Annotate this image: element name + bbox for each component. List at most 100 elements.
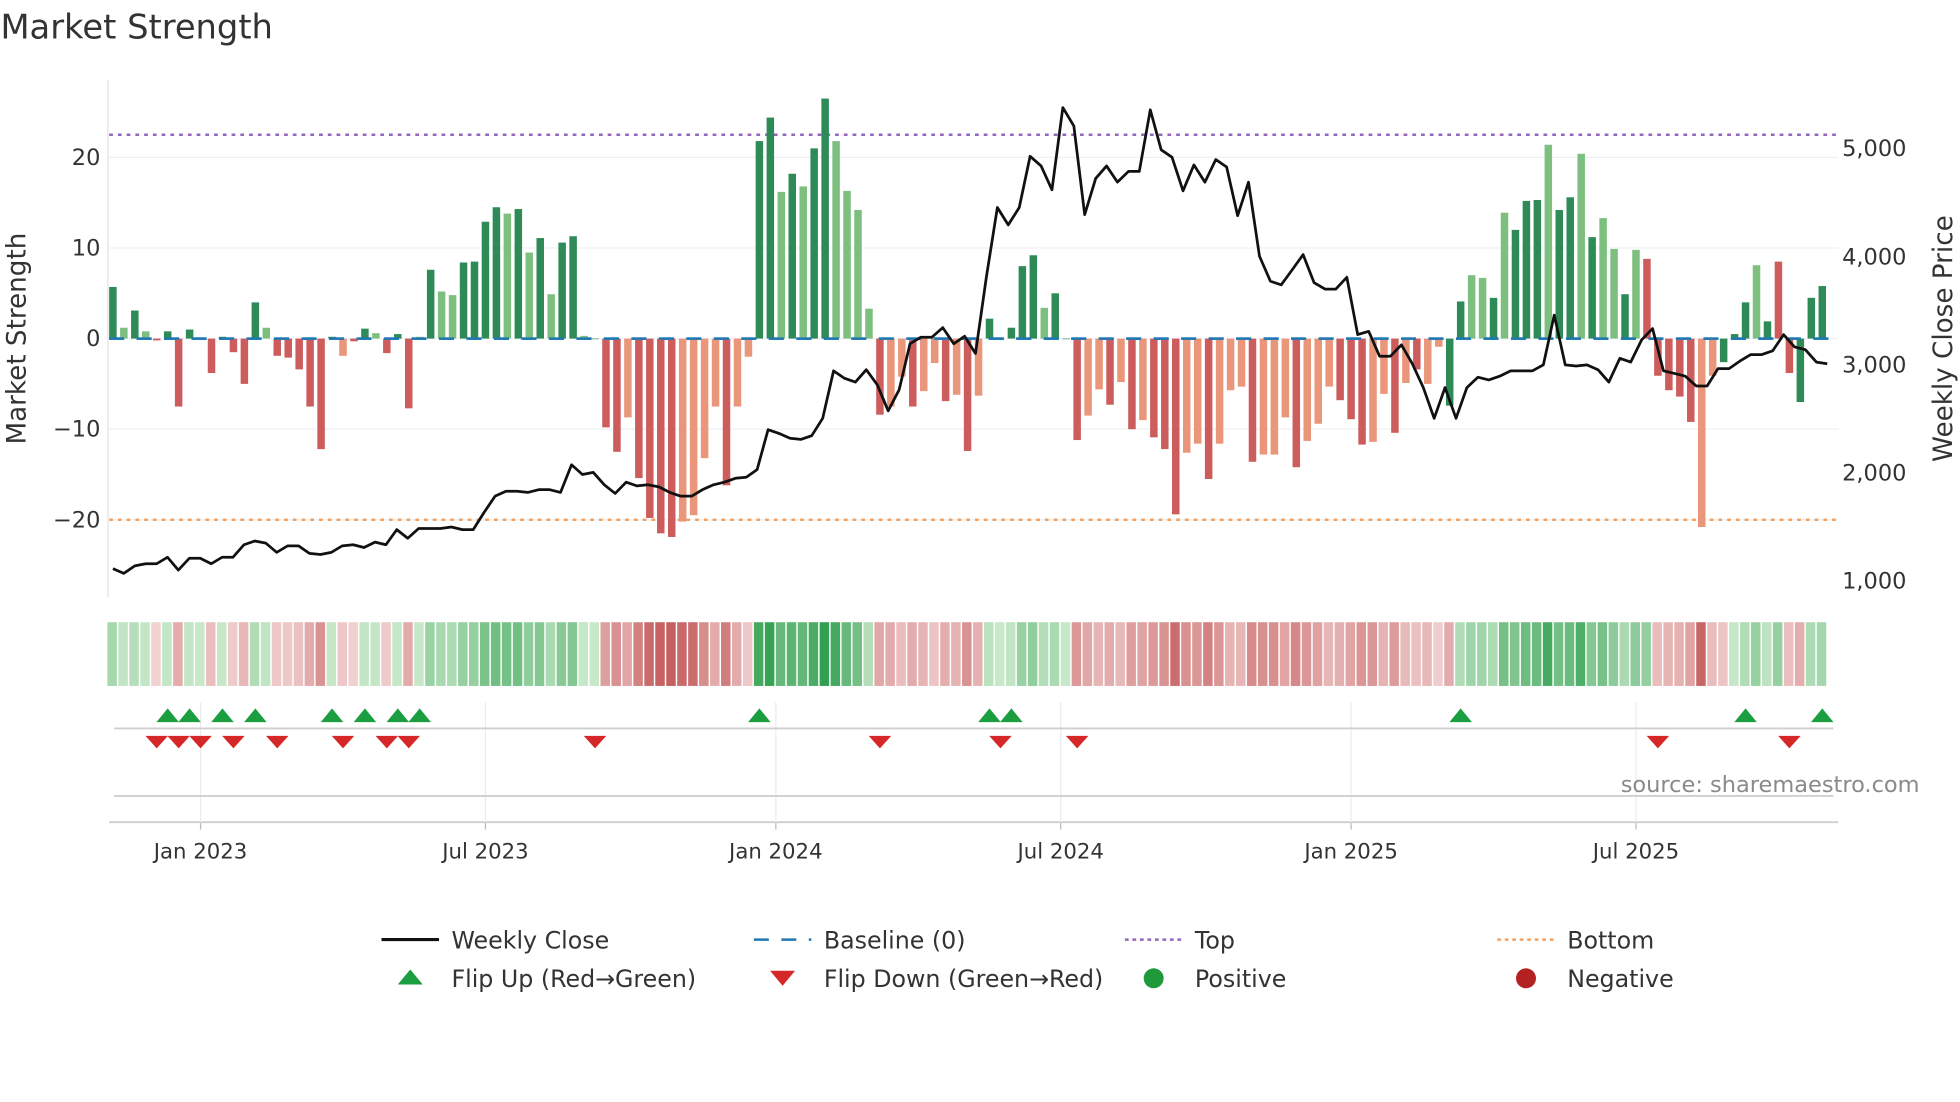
legend-triangle-up-icon [397,969,423,985]
strength-bar [777,191,786,339]
heat-cell [140,622,150,686]
heat-cell [1203,622,1213,686]
strength-bar [1467,275,1476,339]
y2-tick-label: 4,000 [1842,244,1906,270]
heat-cell [951,622,961,686]
strength-bar [306,338,314,407]
heat-cell [1805,622,1816,686]
strength-bar [1161,338,1169,450]
heat-cell [764,622,775,686]
heat-cell [896,622,906,686]
source-label: source: sharemaestro.com [1621,772,1920,798]
strength-bar [1248,338,1257,462]
heat-cell [841,622,852,686]
strength-bar [1424,338,1432,384]
strength-bar [711,338,720,407]
heat-cell [490,622,501,686]
heat-cell [337,622,347,686]
flip-markers-panel [114,702,1834,823]
heat-cell [819,622,830,686]
strength-bar [613,338,621,452]
heat-cell [1619,622,1630,686]
flip-down-marker [375,735,399,749]
heat-cell [227,622,238,686]
heat-cell [1586,622,1597,686]
legend-label: Top [1194,926,1235,954]
heat-cell [578,622,589,686]
strength-bar [383,338,391,354]
heat-cell [556,622,567,686]
flip-down-marker [266,735,289,749]
heat-cell [370,622,380,686]
strength-bar [1697,338,1706,528]
heat-cell [677,622,687,686]
heat-cell [458,622,468,686]
heat-cell [1696,622,1706,686]
flip-down-marker [1646,735,1670,749]
heat-cell [249,622,260,686]
heat-cell [1345,622,1356,686]
strength-bar [843,190,851,339]
heat-cell [523,622,534,686]
flip-up-marker [320,708,344,723]
heat-cell [1564,622,1575,686]
heat-cell [655,622,665,686]
strength-bar [1117,338,1125,383]
flip-down-marker [989,735,1012,749]
heat-cell [1246,622,1257,686]
heat-cell [1192,622,1202,686]
strength-bar [1719,338,1728,363]
flip-up-marker [978,708,1001,723]
strength-bar [1259,338,1268,455]
strength-bar [1029,255,1038,339]
strength-bar [492,207,501,339]
legend-item: Negative [1516,965,1674,993]
heat-cell [425,622,435,686]
strength-bar [1007,327,1016,339]
heat-cell [1783,622,1794,686]
heat-cell [1170,622,1180,686]
x-tick-label: Jul 2025 [1591,839,1679,864]
strength-bar [667,338,676,537]
strength-bar [1599,218,1607,339]
strength-bar [1040,307,1049,339]
strength-bar [722,338,731,486]
heat-cell [1290,622,1301,686]
heat-cell [1422,622,1432,686]
heat-cell [107,622,117,686]
strength-bar [1018,266,1027,339]
strength-bar [1665,338,1673,391]
heat-cell [1674,622,1684,686]
strength-bar [1292,338,1301,468]
heat-cell [315,622,326,686]
flip-up-marker [408,708,431,723]
strength-bar [733,338,742,407]
heat-cell [918,622,928,686]
strength-bar [1051,293,1059,339]
heat-cell [589,622,600,686]
strength-bar [295,338,303,370]
heat-cell [1334,622,1345,686]
strength-bar [920,338,928,392]
heat-cell [1641,622,1651,686]
flip-up-marker [748,708,771,723]
heat-cell [1181,622,1191,686]
y2-axis-label: Weekly Close Price [1929,215,1959,462]
strength-bar [174,338,183,407]
heat-cell [381,622,391,686]
heat-cell [206,622,216,686]
flip-down-marker [397,735,420,749]
strength-bar [1095,338,1103,390]
heat-cell [1685,622,1695,686]
heat-cell [1236,622,1246,686]
market-strength-chart: Market Strength 20 10 0 −10 −20 5,000 4,000 3,0… [0,8,1959,993]
heat-cell [282,622,293,686]
heat-cell [545,622,556,686]
strength-bar [799,186,807,339]
flip-up-marker [386,708,410,723]
heat-cell [852,622,863,686]
heat-cell [1411,622,1421,686]
legend-triangle-down-icon [770,970,796,986]
heat-cell [1389,622,1399,686]
y2-tick-label: 1,000 [1842,568,1906,594]
